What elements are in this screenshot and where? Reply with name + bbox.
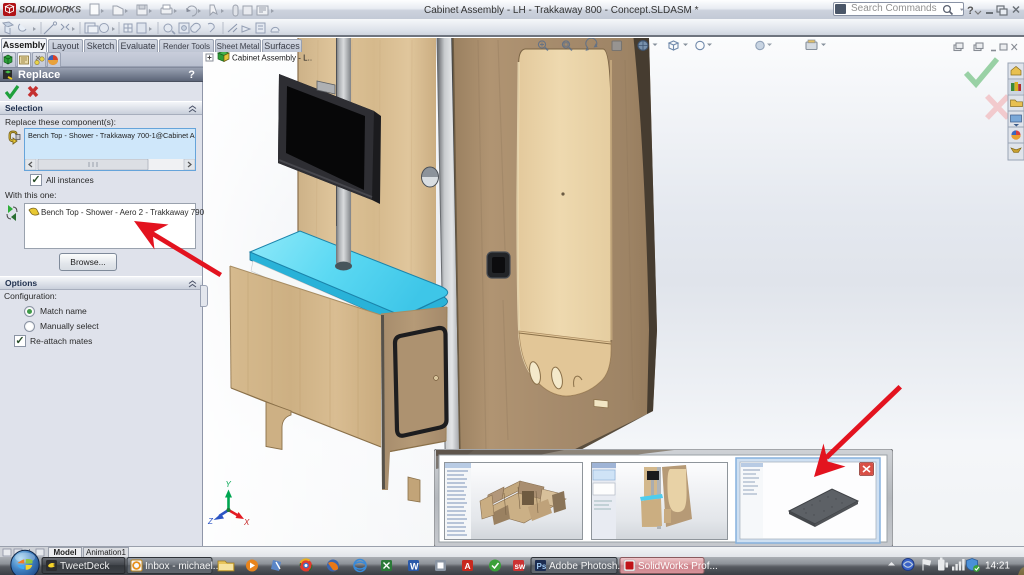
svg-text:A: A (465, 561, 471, 571)
svg-text:Z: Z (207, 517, 214, 526)
svg-text:Cabinet Assembly - L..: Cabinet Assembly - L.. (232, 54, 312, 63)
svg-text:SOLIDWORKS: SOLIDWORKS (19, 5, 81, 15)
svg-text:?: ? (967, 5, 974, 17)
svg-text:TweetDeck: TweetDeck (60, 561, 110, 572)
svg-text:Adobe Photosh...: Adobe Photosh... (549, 561, 626, 572)
svg-text:14:21: 14:21 (985, 561, 1010, 572)
svg-text:X: X (243, 518, 250, 527)
svg-text:sw: sw (515, 562, 526, 571)
svg-text:SolidWorks Prof...: SolidWorks Prof... (638, 561, 718, 572)
svg-text:Y: Y (226, 480, 232, 489)
svg-text:Ps: Ps (537, 562, 547, 571)
svg-text:Inbox - michael...: Inbox - michael... (145, 561, 221, 572)
svg-text:W: W (410, 562, 419, 572)
